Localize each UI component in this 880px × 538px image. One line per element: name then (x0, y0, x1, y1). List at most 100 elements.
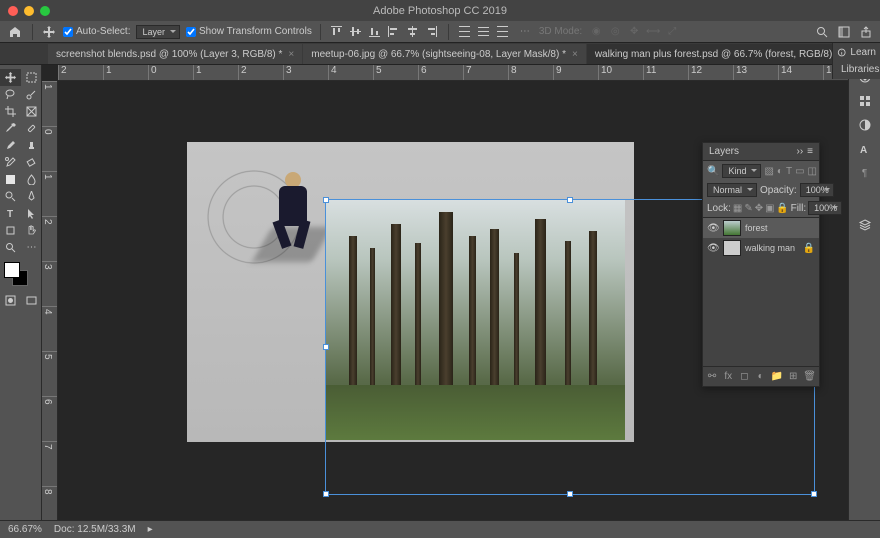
layer-forest[interactable]: 👁 forest (703, 218, 819, 238)
horizontal-ruler[interactable]: 21012345678910111213141516 (58, 65, 848, 81)
fill-input[interactable]: 100% (808, 201, 842, 215)
adjustment-layer-icon[interactable]: ◐ (755, 370, 767, 383)
auto-select-dropdown[interactable]: Layer (136, 25, 180, 39)
close-icon[interactable]: × (572, 49, 578, 60)
pen-tool[interactable] (21, 188, 42, 205)
3d-slide-icon[interactable]: ⟷ (645, 24, 661, 40)
color-swatch[interactable] (4, 262, 28, 286)
brush-tool[interactable] (0, 137, 21, 154)
crop-tool[interactable] (0, 103, 21, 120)
search-icon[interactable] (814, 24, 830, 40)
close-icon[interactable]: × (288, 49, 294, 60)
more-options-icon[interactable]: ⋯ (517, 24, 533, 40)
lock-image-icon[interactable]: ✎ (744, 202, 752, 214)
visibility-icon[interactable]: 👁 (707, 243, 719, 254)
character-panel-icon[interactable]: A (857, 141, 873, 157)
lock-position-icon[interactable]: ✥ (755, 202, 763, 214)
eyedropper-tool[interactable] (0, 120, 21, 137)
auto-select-checkbox[interactable]: Auto-Select: (63, 26, 130, 37)
document-canvas[interactable] (187, 142, 634, 442)
home-button[interactable] (6, 23, 24, 41)
adjustments-panel-icon[interactable] (857, 117, 873, 133)
quick-select-tool[interactable] (21, 86, 42, 103)
blend-mode-dropdown[interactable]: Normal (707, 183, 757, 197)
swatches-panel-icon[interactable] (857, 93, 873, 109)
share-icon[interactable] (858, 24, 874, 40)
filter-smart-icon[interactable]: ◫ (808, 163, 817, 179)
distribute-bottom-icon[interactable] (495, 24, 511, 40)
collapse-icon[interactable]: ›› (796, 146, 803, 157)
marquee-tool[interactable] (21, 69, 42, 86)
edit-toolbar[interactable]: ⋯ (21, 239, 42, 256)
show-transform-checkbox[interactable]: Show Transform Controls (186, 26, 312, 37)
lock-transparent-icon[interactable]: ▦ (733, 202, 742, 214)
3d-rotate-icon[interactable]: ◉ (588, 24, 604, 40)
lasso-tool[interactable] (0, 86, 21, 103)
type-tool[interactable]: T (0, 205, 21, 222)
layer-fx-icon[interactable]: fx (722, 370, 734, 383)
align-right-icon[interactable] (424, 24, 440, 40)
libraries-panel-tab[interactable]: Libraries (837, 64, 876, 75)
align-top-icon[interactable] (329, 24, 345, 40)
link-layers-icon[interactable]: ⚯ (706, 370, 718, 383)
blur-tool[interactable] (21, 171, 42, 188)
distribute-vcenter-icon[interactable] (476, 24, 492, 40)
3d-drag-icon[interactable]: ✥ (626, 24, 642, 40)
minimize-button[interactable] (24, 6, 34, 16)
filter-adjust-icon[interactable]: ◐ (777, 163, 783, 179)
foreground-color[interactable] (4, 262, 20, 278)
path-select-tool[interactable] (21, 205, 42, 222)
learn-panel-tab[interactable]: Learn (837, 47, 876, 58)
layer-mask-icon[interactable]: ◻ (738, 370, 750, 383)
eraser-tool[interactable] (21, 154, 42, 171)
filter-pixel-icon[interactable]: ▧ (764, 163, 773, 179)
layer-filter-dropdown[interactable]: Kind (722, 164, 761, 178)
history-brush-tool[interactable] (0, 154, 21, 171)
dodge-tool[interactable] (0, 188, 21, 205)
layer-group-icon[interactable]: 📁 (771, 370, 783, 383)
zoom-tool[interactable] (0, 239, 21, 256)
layers-panel[interactable]: Layers ››≡ 🔍 Kind ▧ ◐ T ▭ ◫ Normal Opaci… (702, 142, 820, 387)
paragraph-panel-icon[interactable]: ¶ (857, 165, 873, 181)
lock-all-icon[interactable]: 🔒 (777, 202, 789, 214)
close-button[interactable] (8, 6, 18, 16)
screen-mode-tool[interactable] (21, 292, 42, 309)
panel-menu-icon[interactable]: ≡ (807, 146, 813, 157)
lock-artboard-icon[interactable]: ▣ (765, 202, 774, 214)
opacity-input[interactable]: 100% (800, 183, 834, 197)
distribute-top-icon[interactable] (457, 24, 473, 40)
visibility-icon[interactable]: 👁 (707, 223, 719, 234)
filter-type-icon[interactable]: T (786, 163, 792, 179)
delete-layer-icon[interactable]: 🗑 (803, 370, 816, 383)
frame-tool[interactable] (21, 103, 42, 120)
shape-tool[interactable] (0, 222, 21, 239)
hand-tool[interactable] (21, 222, 42, 239)
layer-walking-man[interactable]: 👁 walking man 🔒 (703, 238, 819, 258)
stamp-tool[interactable] (21, 137, 42, 154)
align-hcenter-icon[interactable] (405, 24, 421, 40)
gradient-tool[interactable] (0, 171, 21, 188)
3d-scale-icon[interactable]: ⤢ (664, 24, 680, 40)
filter-shape-icon[interactable]: ▭ (795, 163, 804, 179)
layer-thumbnail[interactable] (723, 220, 741, 236)
zoom-level[interactable]: 66.67% (8, 524, 42, 535)
3d-roll-icon[interactable]: ◎ (607, 24, 623, 40)
layers-panel-header[interactable]: Layers ››≡ (703, 143, 819, 161)
maximize-button[interactable] (40, 6, 50, 16)
move-tool[interactable] (0, 69, 21, 86)
healing-tool[interactable] (21, 120, 42, 137)
layer-thumbnail[interactable] (723, 240, 741, 256)
workspace-icon[interactable] (836, 24, 852, 40)
layers-panel-icon[interactable] (857, 217, 873, 233)
status-chevron-icon[interactable]: ▸ (148, 524, 153, 535)
tab-meetup[interactable]: meetup-06.jpg @ 66.7% (sightseeing-08, L… (303, 44, 586, 64)
quick-mask-tool[interactable] (0, 292, 21, 309)
forest-layer[interactable] (325, 200, 625, 440)
new-layer-icon[interactable]: ⊞ (787, 370, 799, 383)
vertical-ruler[interactable]: 10123456789 (42, 81, 58, 520)
align-bottom-icon[interactable] (367, 24, 383, 40)
align-left-icon[interactable] (386, 24, 402, 40)
tab-walking-man[interactable]: walking man plus forest.psd @ 66.7% (for… (587, 44, 852, 64)
align-vcenter-icon[interactable] (348, 24, 364, 40)
tab-screenshot-blends[interactable]: screenshot blends.psd @ 100% (Layer 3, R… (48, 44, 302, 64)
